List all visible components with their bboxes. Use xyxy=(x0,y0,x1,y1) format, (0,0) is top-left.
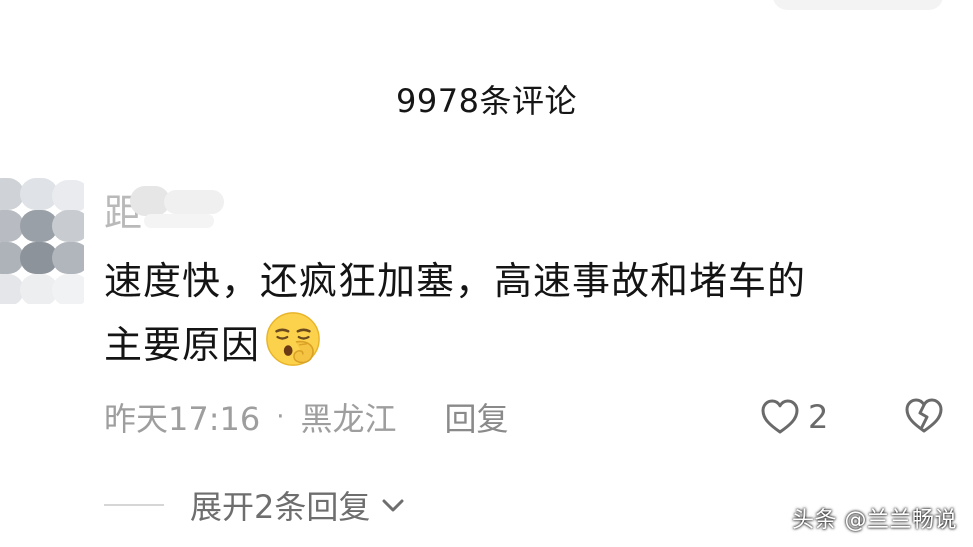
username-blur-blob xyxy=(144,214,214,228)
username-blur-blob xyxy=(164,190,224,214)
comment-line-2-text: 主要原因 xyxy=(104,323,261,367)
top-right-ghost-element xyxy=(773,0,943,10)
comment-line-1: 速度快，还疯狂加塞，高速事故和堵车的 xyxy=(104,259,807,303)
avatar-blur-tile xyxy=(52,274,84,304)
expand-divider-line xyxy=(104,504,164,506)
reply-button[interactable]: 回复 xyxy=(445,394,509,440)
avatar[interactable] xyxy=(0,178,84,304)
watermark: 头条 @兰兰畅说 xyxy=(792,508,957,533)
avatar-blur-tile xyxy=(52,242,84,274)
like-count: 2 xyxy=(808,398,829,436)
broken-heart-icon[interactable] xyxy=(902,394,946,438)
expand-replies-button[interactable]: 展开2条回复 xyxy=(104,478,408,532)
comment-meta-row: 昨天17:16 · 黑龙江 回复 xyxy=(104,390,509,444)
username-blurred[interactable]: 距 xyxy=(104,178,224,235)
shushing-face-emoji-icon xyxy=(266,312,320,366)
comments-count-title: 9978条评论 xyxy=(396,82,577,120)
heart-icon xyxy=(761,399,799,434)
chevron-down-icon xyxy=(382,499,404,512)
comment-time: 昨天17:16 xyxy=(104,400,261,438)
avatar-blur-tile xyxy=(52,210,84,242)
avatar-blur-tile xyxy=(52,180,84,212)
like-button[interactable]: 2 xyxy=(758,392,828,442)
meta-separator-dot: · xyxy=(276,402,285,432)
comment-line-2: 主要原因 xyxy=(104,310,944,374)
expand-replies-label: 展开2条回复 xyxy=(190,488,371,526)
comment-text: 速度快，还疯狂加塞，高速事故和堵车的 主要原因 xyxy=(104,252,944,374)
comment-location: 黑龙江 xyxy=(300,400,397,438)
